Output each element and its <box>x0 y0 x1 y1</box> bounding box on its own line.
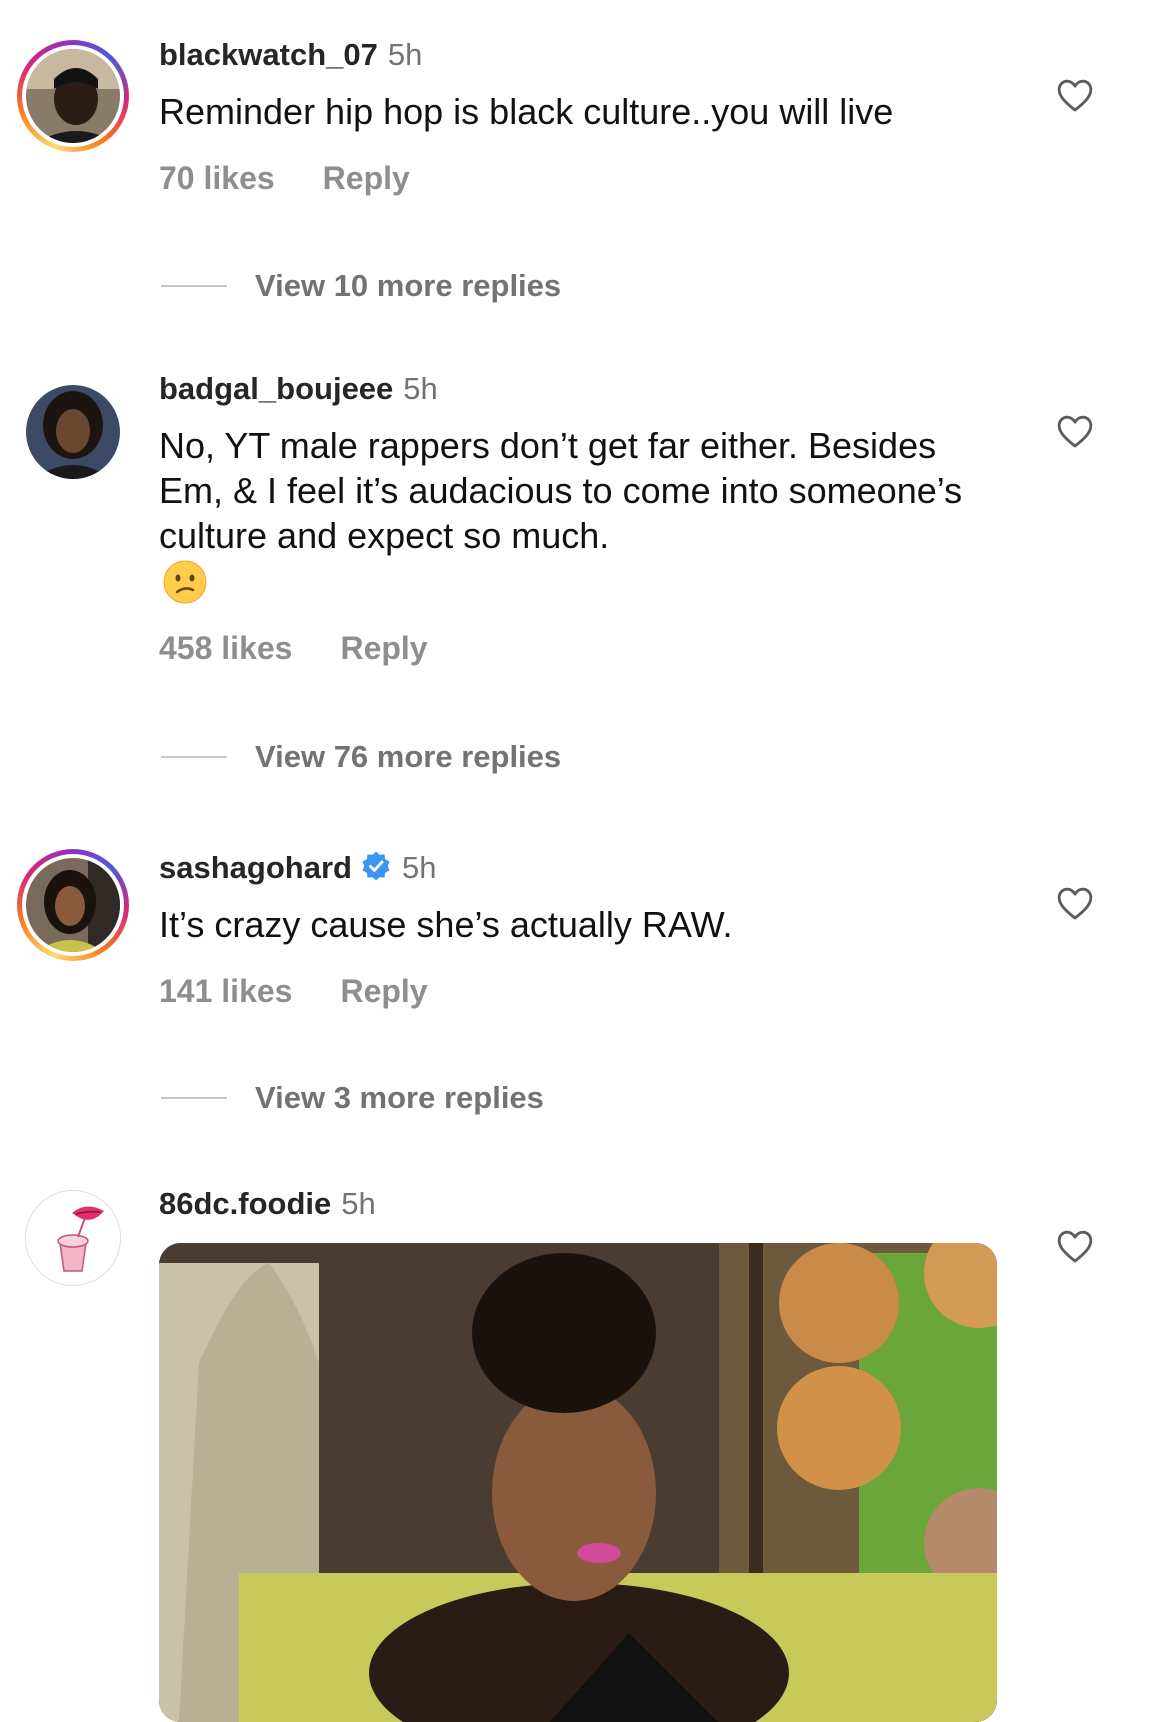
confused-face-emoji <box>163 560 207 604</box>
username[interactable]: badgal_boujeee <box>159 371 393 406</box>
heart-outline-icon[interactable] <box>1056 77 1094 113</box>
likes-count[interactable]: 70 likes <box>159 160 275 196</box>
avatar-story-ring[interactable] <box>17 849 129 961</box>
heart-outline-icon[interactable] <box>1056 1228 1094 1264</box>
view-more-replies[interactable]: View 10 more replies <box>161 268 561 304</box>
comment-meta: 141 likes Reply <box>159 973 476 1010</box>
avatar-wrap[interactable] <box>17 1182 129 1294</box>
comment-text: Reminder hip hop is black culture..you w… <box>159 91 894 132</box>
comment-meta: 70 likes Reply <box>159 160 458 197</box>
avatar[interactable] <box>26 858 120 952</box>
likes-count[interactable]: 141 likes <box>159 973 292 1009</box>
heart-outline-icon[interactable] <box>1056 413 1094 449</box>
timestamp: 5h <box>403 371 438 406</box>
comment-header: sashagohard 5h <box>159 849 436 887</box>
username[interactable]: sashagohard <box>159 850 352 885</box>
avatar-wrap[interactable] <box>17 376 129 488</box>
view-replies-label[interactable]: View 76 more replies <box>255 739 561 775</box>
verified-badge-icon <box>362 851 390 881</box>
comment-header: badgal_boujeee 5h <box>159 370 438 408</box>
avatar[interactable] <box>26 385 120 479</box>
view-replies-label[interactable]: View 10 more replies <box>255 268 561 304</box>
gif-image <box>159 1243 997 1722</box>
view-replies-label[interactable]: View 3 more replies <box>255 1080 544 1116</box>
comment-text: No, YT male rappers don’t get far either… <box>159 425 963 556</box>
timestamp: 5h <box>401 850 437 885</box>
view-more-replies[interactable]: View 3 more replies <box>161 1080 544 1116</box>
avatar-story-ring[interactable] <box>17 40 129 152</box>
comment-meta: 458 likes Reply <box>159 630 476 667</box>
view-more-replies[interactable]: View 76 more replies <box>161 739 561 775</box>
heart-outline-icon[interactable] <box>1056 885 1094 921</box>
username[interactable]: blackwatch_07 <box>159 37 378 72</box>
replies-divider <box>161 285 227 287</box>
timestamp: 5h <box>341 1186 376 1221</box>
avatar[interactable] <box>26 49 120 143</box>
likes-count[interactable]: 458 likes <box>159 630 292 666</box>
username[interactable]: 86dc.foodie <box>159 1186 331 1221</box>
comment-text: It’s crazy cause she’s actually RAW. <box>159 904 733 945</box>
comment-header: 86dc.foodie 5h <box>159 1185 376 1223</box>
reply-button[interactable]: Reply <box>340 630 427 666</box>
avatar[interactable] <box>25 1190 121 1286</box>
reply-button[interactable]: Reply <box>340 973 427 1009</box>
comment-header: blackwatch_07 5h <box>159 36 422 74</box>
reply-button[interactable]: Reply <box>323 160 410 196</box>
gif-attachment[interactable] <box>159 1243 997 1722</box>
replies-divider <box>161 756 227 758</box>
replies-divider <box>161 1097 227 1099</box>
timestamp: 5h <box>387 37 423 72</box>
